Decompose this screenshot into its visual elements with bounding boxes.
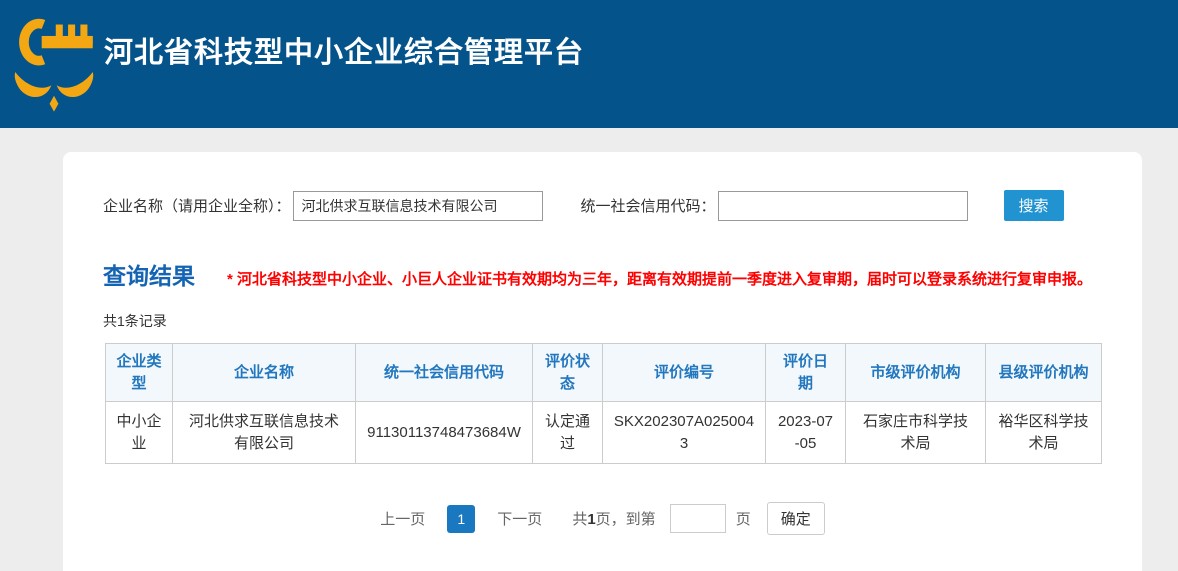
cell-eval-number: SKX202307A0250043 <box>603 402 766 464</box>
col-enterprise-name: 企业名称 <box>173 344 356 402</box>
cell-enterprise-type: 中小企业 <box>106 402 173 464</box>
validity-notice: * 河北省科技型中小企业、小巨人企业证书有效期均为三年，距离有效期提前一季度进入… <box>227 268 1092 289</box>
cell-credit-code: 91130113748473684W <box>356 402 533 464</box>
col-eval-date: 评价日期 <box>766 344 846 402</box>
col-county-agency: 县级评价机构 <box>986 344 1102 402</box>
col-eval-status: 评价状态 <box>533 344 603 402</box>
credit-code-input[interactable] <box>718 191 968 221</box>
col-credit-code: 统一社会信用代码 <box>356 344 533 402</box>
col-eval-number: 评价编号 <box>603 344 766 402</box>
page-1-button[interactable]: 1 <box>447 505 475 533</box>
cell-county-agency: 裕华区科学技术局 <box>986 402 1102 464</box>
next-page-button[interactable]: 下一页 <box>497 508 542 529</box>
page-title: 河北省科技型中小企业综合管理平台 <box>104 29 584 71</box>
search-form: 企业名称（请用企业全称）： 统一社会信用代码： 搜索 <box>103 190 1102 221</box>
credit-code-label: 统一社会信用代码： <box>581 195 716 216</box>
cell-eval-status: 认定通过 <box>533 402 603 464</box>
table-row: 中小企业 河北供求互联信息技术有限公司 91130113748473684W 认… <box>106 402 1102 464</box>
pagination: 上一页 1 下一页 共1页，到第 页 确定 <box>103 502 1102 535</box>
cell-eval-date: 2023-07-05 <box>766 402 846 464</box>
company-name-input[interactable] <box>293 191 543 221</box>
goto-page-input[interactable] <box>670 504 726 533</box>
result-title: 查询结果 <box>103 257 195 291</box>
total-prefix: 共 <box>572 511 587 528</box>
total-suffix: 页，到第 <box>596 511 656 528</box>
confirm-button[interactable]: 确定 <box>767 502 825 535</box>
cell-city-agency: 石家庄市科学技术局 <box>846 402 986 464</box>
total-pages-text: 共1页，到第 <box>572 508 655 529</box>
col-city-agency: 市级评价机构 <box>846 344 986 402</box>
result-header: 查询结果 * 河北省科技型中小企业、小巨人企业证书有效期均为三年，距离有效期提前… <box>103 257 1102 291</box>
total-pages-value: 1 <box>587 511 595 528</box>
cell-enterprise-name: 河北供求互联信息技术有限公司 <box>173 402 356 464</box>
prev-page-button[interactable]: 上一页 <box>380 508 425 529</box>
table-header-row: 企业类型 企业名称 统一社会信用代码 评价状态 评价编号 评价日期 市级评价机构… <box>106 344 1102 402</box>
record-count: 共1条记录 <box>103 311 1102 331</box>
page-unit-label: 页 <box>736 508 751 529</box>
search-button[interactable]: 搜索 <box>1004 190 1064 221</box>
company-name-label: 企业名称（请用企业全称）： <box>103 195 291 216</box>
site-header: 河北省科技型中小企业综合管理平台 <box>0 0 1178 128</box>
key-over-hands-logo-icon <box>10 11 98 119</box>
result-table: 企业类型 企业名称 统一社会信用代码 评价状态 评价编号 评价日期 市级评价机构… <box>105 343 1102 464</box>
col-enterprise-type: 企业类型 <box>106 344 173 402</box>
content-card: 企业名称（请用企业全称）： 统一社会信用代码： 搜索 查询结果 * 河北省科技型… <box>63 152 1142 571</box>
